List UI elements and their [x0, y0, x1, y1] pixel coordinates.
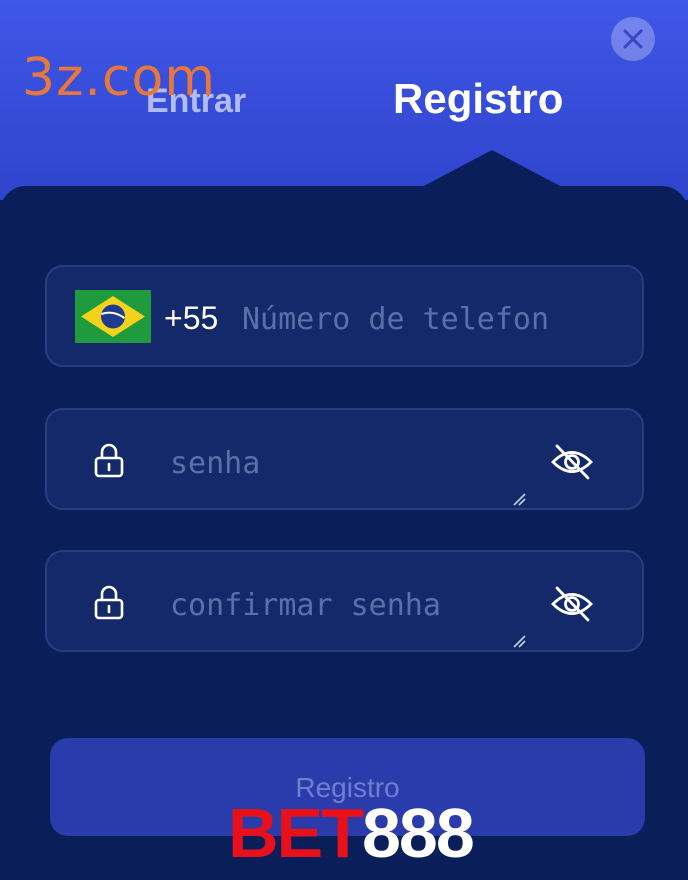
watermark: 3z.com — [22, 48, 216, 108]
logo-bet: BET — [228, 794, 364, 872]
country-code[interactable]: +55 — [164, 302, 218, 334]
confirm-password-input[interactable]: confirmar senha — [170, 591, 441, 621]
eye-off-icon[interactable] — [550, 443, 594, 481]
password-input[interactable]: senha — [170, 449, 260, 479]
resize-handle-icon[interactable] — [512, 492, 526, 506]
close-button[interactable] — [611, 17, 655, 61]
bet888-logo: BET888 — [228, 798, 475, 868]
lock-icon — [94, 585, 124, 620]
brazil-flag-icon[interactable] — [75, 290, 151, 343]
eye-off-icon[interactable] — [550, 585, 594, 623]
close-icon — [623, 29, 643, 49]
resize-handle-icon[interactable] — [512, 634, 526, 648]
confirm-password-field[interactable]: confirmar senha — [45, 550, 644, 652]
phone-input[interactable]: Número de telefon — [242, 305, 549, 335]
phone-field[interactable]: +55 Número de telefon — [45, 265, 644, 367]
active-tab-pointer — [420, 150, 564, 188]
logo-888: 888 — [362, 794, 475, 872]
tab-register[interactable]: Registro — [393, 78, 563, 120]
password-field[interactable]: senha — [45, 408, 644, 510]
lock-icon — [94, 443, 124, 478]
